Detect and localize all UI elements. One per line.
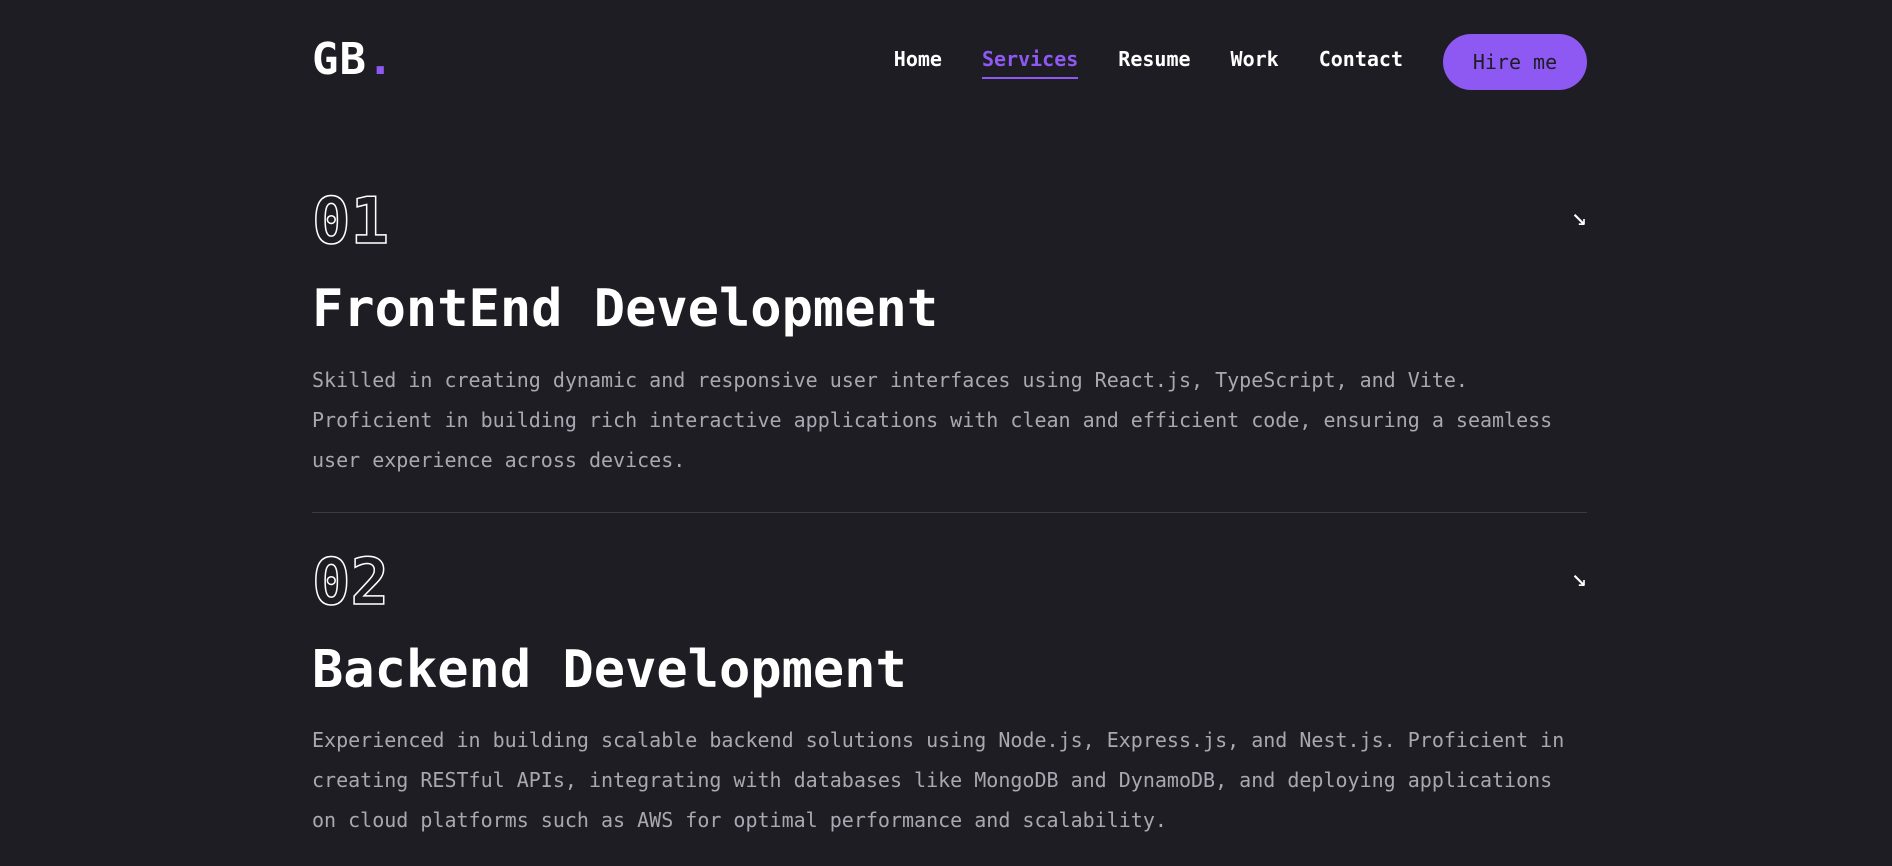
arrow-down-right-icon[interactable]: ↘: [1571, 202, 1587, 232]
logo-dot: .: [366, 34, 395, 85]
nav-resume[interactable]: Resume: [1118, 47, 1190, 77]
service-title: Backend Development: [312, 639, 907, 700]
divider: [312, 511, 1587, 513]
service-number: 02: [311, 545, 390, 620]
nav-work[interactable]: Work: [1231, 47, 1279, 77]
nav-services[interactable]: Services: [981, 47, 1079, 79]
logo-text: GB: [312, 34, 367, 85]
page-container: GB. Home Services Resume Work Contact Hi…: [311, 0, 1587, 841]
service-number: 01: [311, 185, 390, 259]
service-item: 01 ↘ FrontEnd Development Skilled in cre…: [311, 185, 1587, 480]
service-description: Experienced in building scalable backend…: [312, 728, 1565, 833]
nav-contact[interactable]: Contact: [1319, 47, 1403, 77]
nav-home[interactable]: Home: [894, 47, 942, 77]
service-item: 02 ↘ Backend Development Experienced in …: [311, 545, 1587, 841]
logo[interactable]: GB.: [312, 34, 394, 85]
arrow-down-right-icon[interactable]: ↘: [1571, 563, 1587, 593]
site-header: GB. Home Services Resume Work Contact Hi…: [312, 0, 1587, 122]
service-title: FrontEnd Development: [312, 279, 939, 339]
main-nav: Home Services Resume Work Contact Hire m…: [894, 34, 1587, 90]
service-description: Skilled in creating dynamic and responsi…: [312, 367, 1553, 472]
hire-me-button[interactable]: Hire me: [1443, 34, 1587, 90]
